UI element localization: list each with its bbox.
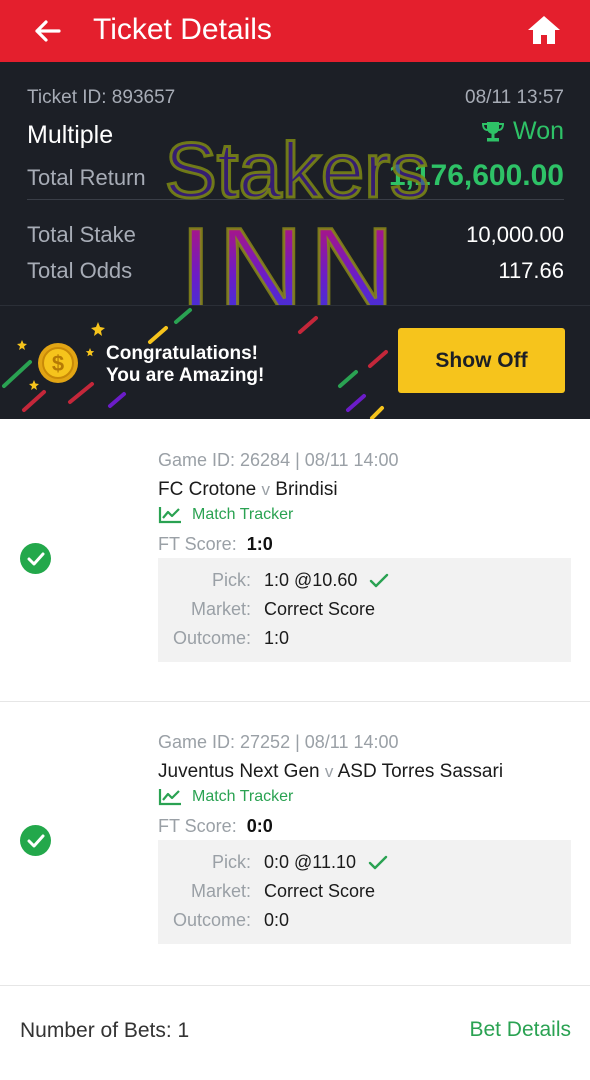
ticket-type-row: Multiple Won [27, 117, 564, 150]
total-return-label: Total Return [27, 165, 146, 190]
arrow-left-icon [35, 20, 61, 42]
status-text: Won [513, 117, 564, 145]
ft-score-row: FT Score: 0:0 [158, 816, 273, 837]
line-chart-icon [158, 507, 181, 524]
away-team: ASD Torres Sassari [337, 761, 504, 782]
ft-score-label: FT Score: [158, 534, 237, 554]
ft-score-value: 0:0 [246, 816, 273, 836]
versus: v [324, 762, 334, 781]
market-label: Market: [190, 881, 251, 901]
ticket-footer: Number of Bets: 1 Bet Details [0, 985, 590, 1080]
pick-details: Pick: 0:0 @11.10 Market: Correct Score O… [158, 840, 571, 944]
market-value: Correct Score [264, 881, 376, 901]
pick-label: Pick: [211, 570, 251, 590]
ticket-datetime: 08/11 13:57 [465, 87, 564, 108]
market-label: Market: [190, 599, 251, 619]
match-tracker-link[interactable]: Match Tracker [158, 788, 293, 806]
dollar-coin-icon: $ [38, 343, 78, 383]
ticket-id: Ticket ID: 893657 [27, 87, 176, 108]
checkmark-icon [370, 573, 389, 588]
total-odds-value: 117.66 [498, 258, 564, 283]
bet-selection-1: Game ID: 26284 | 08/11 14:00 FC Crotone … [0, 419, 590, 701]
ft-score-value: 1:0 [246, 534, 273, 554]
check-circle-icon [20, 825, 51, 856]
congrats-banner: $ Congratulations! You are Amazing! Show… [0, 305, 590, 419]
back-button[interactable] [30, 14, 64, 48]
congrats-line2: You are Amazing! [106, 365, 265, 386]
total-return-row: Total Return 1,176,600.00 [27, 159, 564, 193]
home-team: Juventus Next Gen [158, 761, 320, 782]
ticket-meta-row: Ticket ID: 893657 08/11 13:57 [27, 87, 564, 109]
bet-details-link[interactable]: Bet Details [469, 1018, 571, 1042]
game-id: Game ID: 26284 | 08/11 14:00 [158, 450, 399, 470]
outcome-label: Outcome: [172, 628, 251, 648]
checkmark-icon [368, 855, 388, 870]
ft-score-row: FT Score: 1:0 [158, 534, 273, 555]
total-odds-label: Total Odds [27, 258, 133, 283]
market-row: Market: Correct Score [158, 881, 571, 902]
check-circle-icon [20, 543, 51, 574]
match-tracker-label: Match Tracker [192, 506, 294, 523]
match-teams: FC Crotone v Brindisi [158, 479, 338, 501]
market-row: Market: Correct Score [158, 599, 571, 620]
home-button[interactable] [526, 12, 562, 48]
total-return-value: 1,176,600.00 [388, 159, 564, 192]
outcome-value: 1:0 [264, 628, 290, 648]
away-team: Brindisi [275, 479, 338, 500]
line-chart-icon [158, 789, 181, 806]
ft-score-label: FT Score: [158, 816, 237, 836]
home-team: FC Crotone [158, 479, 257, 500]
total-odds-row: Total Odds 117.66 [27, 258, 564, 284]
outcome-value: 0:0 [264, 910, 290, 930]
congrats-line1: Congratulations! [106, 343, 258, 364]
trophy-icon [482, 121, 505, 141]
outcome-row: Outcome: 1:0 [158, 628, 571, 649]
match-teams: Juventus Next Gen v ASD Torres Sassari [158, 761, 503, 783]
pick-row: Pick: 1:0 @10.60 [158, 570, 571, 591]
market-value: Correct Score [264, 599, 376, 619]
bet-selection-2: Game ID: 27252 | 08/11 14:00 Juventus Ne… [0, 701, 590, 984]
congrats-message: Congratulations! You are Amazing! [106, 343, 264, 387]
pick-row: Pick: 0:0 @11.10 [158, 852, 571, 873]
bet-type: Multiple [27, 120, 114, 149]
pick-value: 0:0 @11.10 [264, 852, 357, 872]
top-app-bar: Ticket Details [0, 0, 590, 62]
pick-value: 1:0 @10.60 [264, 570, 358, 590]
game-id: Game ID: 27252 | 08/11 14:00 [158, 732, 399, 752]
total-stake-label: Total Stake [27, 222, 136, 247]
page-title: Ticket Details [93, 13, 272, 46]
match-tracker-label: Match Tracker [192, 788, 294, 805]
pick-details: Pick: 1:0 @10.60 Market: Correct Score O… [158, 558, 571, 662]
outcome-row: Outcome: 0:0 [158, 910, 571, 931]
home-icon [528, 16, 560, 44]
pick-label: Pick: [211, 852, 251, 872]
total-stake-value: 10,000.00 [466, 222, 564, 247]
match-tracker-link[interactable]: Match Tracker [158, 506, 293, 524]
ticket-summary: Ticket ID: 893657 08/11 13:57 Multiple W… [0, 62, 590, 305]
show-off-button[interactable]: Show Off [398, 328, 565, 393]
outcome-label: Outcome: [172, 910, 251, 930]
svg-text:$: $ [52, 351, 64, 376]
status-badge: Won [481, 117, 564, 146]
summary-divider [27, 199, 564, 200]
number-of-bets: Number of Bets: 1 [20, 1019, 190, 1042]
versus: v [261, 480, 270, 499]
total-stake-row: Total Stake 10,000.00 [27, 222, 564, 248]
